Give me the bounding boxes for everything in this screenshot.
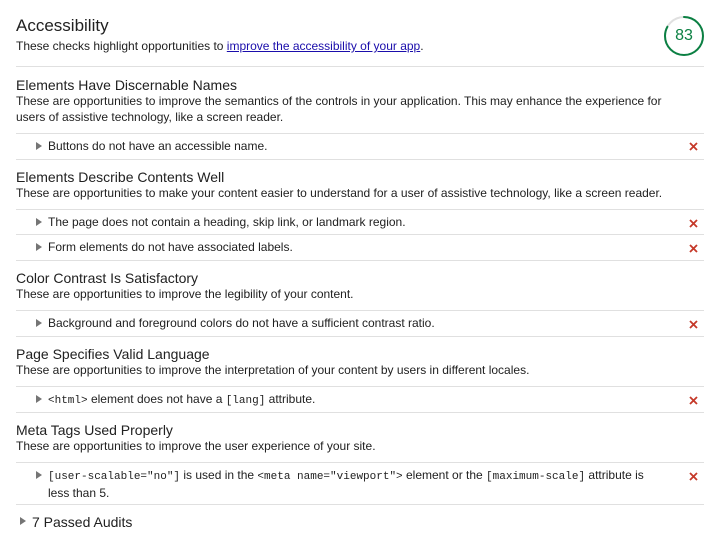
audit-title: Background and foreground colors do not … bbox=[48, 316, 435, 330]
group-title-discernable-names: Elements Have Discernable Names bbox=[16, 77, 237, 93]
divider bbox=[16, 412, 704, 413]
expand-caret-icon[interactable] bbox=[36, 218, 42, 226]
fail-cross-icon bbox=[689, 396, 698, 405]
expand-caret-icon[interactable] bbox=[36, 319, 42, 327]
audit-title: [user-scalable="no"] is used in the <met… bbox=[48, 467, 658, 501]
divider bbox=[16, 159, 704, 160]
expand-caret-icon[interactable] bbox=[36, 142, 42, 150]
group-description: These are opportunities to make your con… bbox=[16, 186, 663, 200]
fail-cross-icon bbox=[689, 142, 698, 151]
category-description: These checks highlight opportunities to … bbox=[16, 38, 636, 54]
category-header: Accessibility These checks highlight opp… bbox=[16, 15, 636, 54]
audit-title: The page does not contain a heading, ski… bbox=[48, 215, 406, 229]
audit-text: element or the bbox=[402, 468, 487, 482]
group-description: These are opportunities to improve the l… bbox=[16, 287, 354, 301]
audit-title: <html> element does not have a [lang] at… bbox=[48, 391, 658, 409]
audit-row[interactable]: The page does not contain a heading, ski… bbox=[16, 209, 704, 235]
audit-row[interactable]: Form elements do not have associated lab… bbox=[16, 234, 704, 260]
expand-caret-icon[interactable] bbox=[20, 517, 26, 525]
group-description: These are opportunities to improve the u… bbox=[16, 439, 376, 453]
divider bbox=[16, 504, 704, 505]
group-description: These are opportunities to improve the s… bbox=[16, 94, 662, 124]
code-snippet: <meta name="viewport"> bbox=[257, 471, 403, 483]
divider bbox=[16, 336, 704, 337]
fail-cross-icon bbox=[689, 244, 698, 253]
group-title-color-contrast: Color Contrast Is Satisfactory bbox=[16, 270, 199, 286]
description-text: These checks highlight opportunities to bbox=[16, 39, 227, 53]
accessibility-docs-link[interactable]: improve the accessibility of your app bbox=[227, 39, 420, 53]
divider bbox=[16, 133, 704, 134]
fail-cross-icon bbox=[689, 219, 698, 228]
audit-row[interactable]: <html> element does not have a [lang] at… bbox=[16, 386, 704, 412]
divider bbox=[16, 462, 704, 463]
group-title-meta-tags: Meta Tags Used Properly bbox=[16, 422, 173, 438]
score-value: 83 bbox=[675, 27, 693, 44]
score-gauge: 83 bbox=[662, 14, 706, 58]
passed-audits-label: 7 Passed Audits bbox=[32, 514, 133, 530]
code-snippet: <html> bbox=[48, 395, 88, 407]
code-snippet: [user-scalable="no"] bbox=[48, 471, 181, 483]
audit-text: is used in the bbox=[180, 468, 258, 482]
code-snippet: [lang] bbox=[225, 395, 266, 407]
accessibility-report: Accessibility These checks highlight opp… bbox=[0, 0, 720, 554]
description-end: . bbox=[420, 39, 424, 53]
audit-title: Buttons do not have an accessible name. bbox=[48, 139, 268, 153]
audit-text: element does not have a bbox=[87, 392, 226, 406]
audit-row[interactable]: Background and foreground colors do not … bbox=[16, 310, 704, 336]
fail-cross-icon bbox=[689, 320, 698, 329]
audit-title: Form elements do not have associated lab… bbox=[48, 240, 293, 254]
divider bbox=[16, 66, 704, 67]
divider bbox=[16, 234, 704, 235]
code-snippet: [maximum-scale] bbox=[486, 471, 586, 483]
group-title-valid-language: Page Specifies Valid Language bbox=[16, 346, 210, 362]
audit-row[interactable]: Buttons do not have an accessible name. bbox=[16, 133, 704, 159]
divider bbox=[16, 386, 704, 387]
expand-caret-icon[interactable] bbox=[36, 243, 42, 251]
audit-text: attribute. bbox=[265, 392, 316, 406]
group-title-describe-contents: Elements Describe Contents Well bbox=[16, 169, 225, 185]
expand-caret-icon[interactable] bbox=[36, 395, 42, 403]
divider bbox=[16, 209, 704, 210]
category-title: Accessibility bbox=[16, 16, 109, 35]
fail-cross-icon bbox=[689, 472, 698, 481]
audit-row[interactable]: [user-scalable="no"] is used in the <met… bbox=[16, 462, 704, 504]
expand-caret-icon[interactable] bbox=[36, 471, 42, 479]
divider bbox=[16, 310, 704, 311]
group-description: These are opportunities to improve the i… bbox=[16, 363, 530, 377]
divider bbox=[16, 260, 704, 261]
